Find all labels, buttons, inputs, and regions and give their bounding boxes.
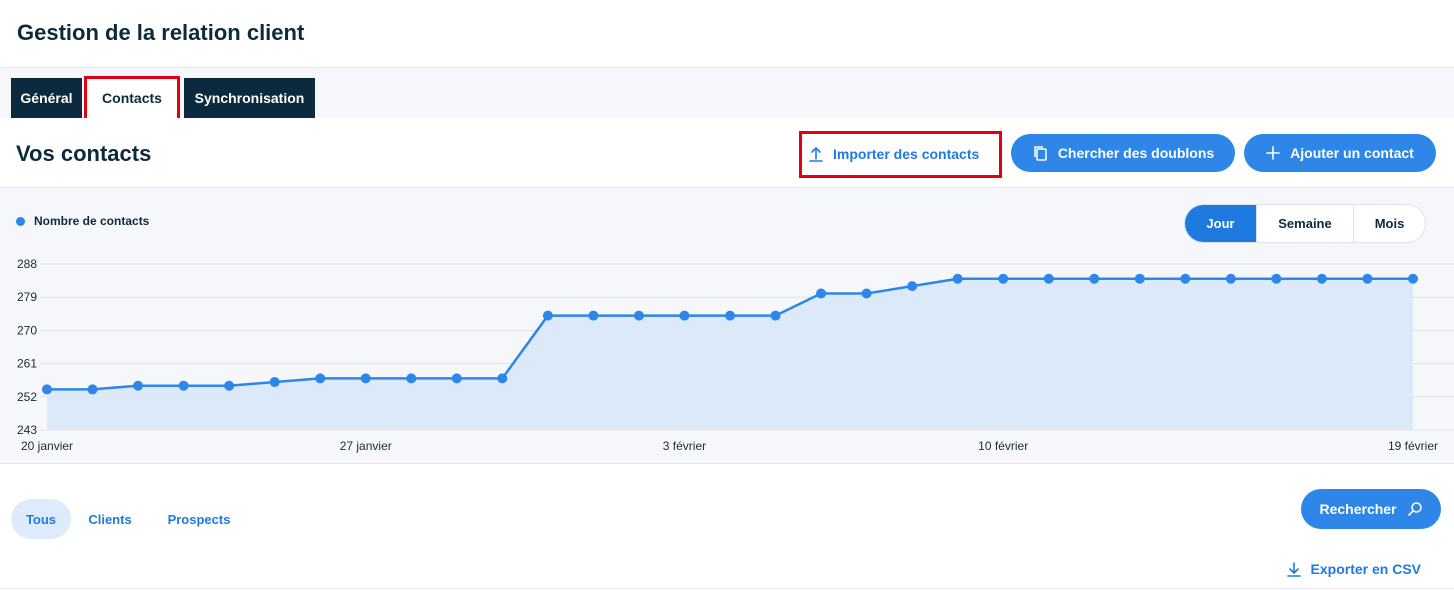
data-point <box>1225 273 1236 284</box>
data-point <box>406 373 417 384</box>
search-duplicates-label: Chercher des doublons <box>1057 145 1215 161</box>
x-tick-label: 3 février <box>663 439 706 453</box>
plus-icon <box>1266 146 1280 160</box>
data-point <box>1180 273 1191 284</box>
data-point <box>178 380 189 391</box>
data-point <box>1316 273 1327 284</box>
legend-label: Nombre de contacts <box>34 214 150 228</box>
section-title: Vos contacts <box>16 141 152 166</box>
data-point <box>87 384 98 395</box>
filter-prospects-chip[interactable]: Prospects <box>160 499 238 539</box>
bottom-divider <box>0 588 1454 589</box>
data-point <box>725 310 735 321</box>
x-tick-label: 20 janvier <box>21 439 73 453</box>
data-point <box>224 380 235 391</box>
page-title: Gestion de la relation client <box>17 20 305 45</box>
data-point <box>679 310 690 321</box>
data-point <box>907 281 918 292</box>
data-point <box>1271 273 1282 284</box>
data-point <box>1043 273 1054 284</box>
data-point <box>816 288 827 299</box>
y-tick-label: 288 <box>17 257 37 271</box>
add-contact-label: Ajouter un contact <box>1290 145 1414 161</box>
import-contacts-label: Importer des contacts <box>833 146 980 162</box>
x-tick-label: 27 janvier <box>340 439 392 453</box>
data-point <box>269 377 280 388</box>
import-contacts-button[interactable]: Importer des contacts <box>809 144 979 164</box>
data-point <box>861 288 872 299</box>
add-contact-button[interactable]: Ajouter un contact <box>1244 134 1436 172</box>
contacts-filters: Tous Clients Prospects Rechercher Export… <box>0 464 1454 590</box>
data-point <box>42 384 52 395</box>
filter-all-chip[interactable]: Tous <box>11 499 71 539</box>
data-point <box>133 380 144 391</box>
data-point <box>451 373 462 384</box>
tabs-bar: Général Contacts Synchronisation <box>0 68 1454 118</box>
chart-legend: Nombre de contacts <box>16 214 149 228</box>
y-tick-label: 252 <box>17 390 37 404</box>
y-tick-label: 261 <box>17 357 37 371</box>
data-point <box>360 373 371 384</box>
export-csv-button[interactable]: Exporter en CSV <box>1286 559 1421 579</box>
copy-icon <box>1034 146 1047 161</box>
y-tick-label: 279 <box>17 290 37 304</box>
contacts-chart: 243 252 261 270 279 288 20 janvier 27 janvier 3 … <box>0 188 1454 464</box>
page-header: Gestion de la relation client <box>0 0 1454 68</box>
data-point <box>1089 273 1100 284</box>
period-month-button[interactable]: Mois <box>1354 205 1425 242</box>
search-label: Rechercher <box>1319 501 1397 517</box>
period-day-button[interactable]: Jour <box>1185 205 1257 242</box>
period-switch: Jour Semaine Mois <box>1184 204 1426 243</box>
data-point <box>1408 273 1418 284</box>
data-point <box>315 373 326 384</box>
data-point <box>998 273 1009 284</box>
tab-contacts[interactable]: Contacts <box>87 78 177 118</box>
section-header: Vos contacts Importer des contacts Cherc… <box>0 118 1454 188</box>
data-point <box>633 310 644 321</box>
upload-icon <box>809 147 823 162</box>
data-point <box>497 373 508 384</box>
x-tick-label: 19 février <box>1388 439 1438 453</box>
data-point <box>1134 273 1145 284</box>
area-fill <box>47 278 1413 430</box>
period-week-button[interactable]: Semaine <box>1257 205 1354 242</box>
legend-dot <box>16 216 25 226</box>
data-point <box>952 273 963 284</box>
y-tick-label: 243 <box>17 423 37 437</box>
tab-general[interactable]: Général <box>11 78 82 118</box>
data-point <box>1362 273 1373 284</box>
y-tick-label: 270 <box>17 323 37 337</box>
tab-synchronisation[interactable]: Synchronisation <box>184 78 315 118</box>
search-duplicates-button[interactable]: Chercher des doublons <box>1011 134 1235 172</box>
download-icon <box>1286 562 1301 577</box>
filter-clients-chip[interactable]: Clients <box>80 499 140 539</box>
data-point <box>588 310 599 321</box>
search-button[interactable]: Rechercher <box>1301 489 1441 529</box>
data-point <box>542 310 553 321</box>
export-csv-label: Exporter en CSV <box>1310 561 1421 577</box>
x-tick-label: 10 février <box>978 439 1028 453</box>
search-icon <box>1407 502 1422 516</box>
data-point <box>770 310 781 321</box>
